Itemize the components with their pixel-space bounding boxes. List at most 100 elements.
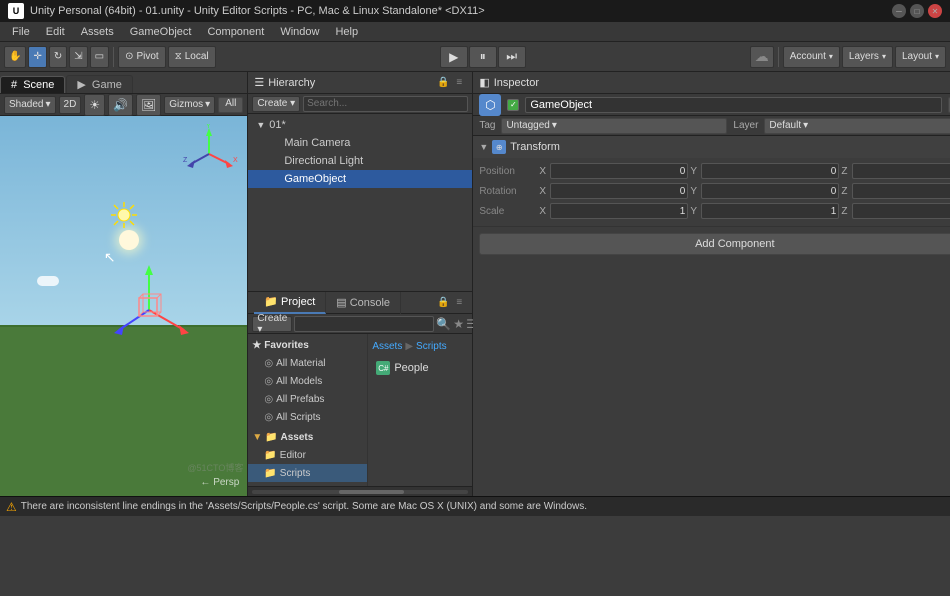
fav-prefabs-label: All Prefabs: [276, 394, 324, 405]
hierarchy-item-camera[interactable]: Main Camera: [248, 134, 472, 152]
tool-rect[interactable]: ▭: [90, 46, 109, 68]
shading-label: Shaded: [9, 99, 43, 110]
gizmo-svg: Y X Z: [179, 124, 239, 184]
editor-folder-icon: 📁: [264, 450, 276, 461]
scene-img-btn[interactable]: 🖼: [136, 94, 161, 116]
minimize-button[interactable]: ─: [892, 4, 906, 18]
layers-dropdown[interactable]: Layers ▾: [842, 46, 893, 68]
layout-dropdown[interactable]: Layout ▾: [895, 46, 946, 68]
project-search[interactable]: [294, 316, 434, 332]
scale-x-group: X: [539, 203, 688, 219]
scale-y-input[interactable]: [701, 203, 839, 219]
shading-dropdown[interactable]: Shaded ▾: [4, 96, 56, 114]
bc-scripts[interactable]: Scripts: [416, 341, 447, 352]
layout-arrow: ▾: [935, 52, 939, 61]
local-dropdown[interactable]: ⧖ Local: [168, 46, 216, 68]
menu-window[interactable]: Window: [272, 25, 327, 39]
rotation-y-input[interactable]: [701, 183, 839, 199]
tool-hand[interactable]: ✋: [4, 46, 26, 68]
position-x-input[interactable]: [550, 163, 688, 179]
project-panel: 📁 Project ▤ Console 🔒 ≡ Create ▾: [248, 292, 472, 496]
hierarchy-lock-btn[interactable]: 🔒: [436, 76, 450, 90]
add-component-button[interactable]: Add Component: [479, 233, 950, 255]
account-dropdown[interactable]: Account ▾: [783, 46, 840, 68]
project-search-icon[interactable]: 🔍: [436, 315, 451, 333]
step-button[interactable]: ⏭: [498, 46, 526, 68]
tag-dropdown[interactable]: Untagged ▾: [501, 118, 727, 134]
hierarchy-search[interactable]: [303, 96, 468, 112]
rotation-x-input[interactable]: [550, 183, 688, 199]
scr-icon: ◎: [264, 412, 273, 423]
layout-label: Layout: [902, 51, 932, 62]
tab-scene[interactable]: # Scene: [0, 76, 65, 93]
hierarchy-controls: 🔒 ≡: [436, 76, 466, 90]
fav-material[interactable]: ◎ All Material: [248, 354, 367, 372]
right-panels: ☰ Hierarchy 🔒 ≡ Create ▾ ▼ 01*: [248, 72, 473, 496]
pivot-dropdown[interactable]: ⊙ Pivot: [118, 46, 166, 68]
assets-scripts[interactable]: 📁 Scripts: [248, 464, 367, 482]
tool-rotate[interactable]: ↻: [49, 46, 67, 68]
fav-models[interactable]: ◎ All Models: [248, 372, 367, 390]
hierarchy-item-light[interactable]: Directional Light: [248, 152, 472, 170]
gizmos-dropdown[interactable]: Gizmos ▾: [164, 96, 215, 114]
tab-game[interactable]: ▶ Game: [66, 75, 133, 93]
transform-position-row: Position X Y Z: [479, 162, 950, 180]
menu-edit[interactable]: Edit: [38, 25, 73, 39]
scale-x-input[interactable]: [550, 203, 688, 219]
rotation-x-group: X: [539, 183, 688, 199]
menu-component[interactable]: Component: [199, 25, 272, 39]
mode-2d-btn[interactable]: 2D: [59, 96, 82, 114]
hierarchy-item-gameobject[interactable]: GameObject: [248, 170, 472, 188]
gameobject-enabled-checkbox[interactable]: ✓: [507, 99, 519, 111]
project-menu-btn[interactable]: ≡: [452, 296, 466, 310]
menu-help[interactable]: Help: [327, 25, 366, 39]
menu-file[interactable]: File: [4, 25, 38, 39]
tab-console[interactable]: ▤ Console: [326, 292, 401, 314]
statusbar: ⚠ There are inconsistent line endings in…: [0, 496, 950, 516]
project-create[interactable]: Create ▾: [252, 316, 292, 332]
maximize-button[interactable]: □: [910, 4, 924, 18]
layer-dropdown[interactable]: Default ▾: [764, 118, 950, 134]
transform-header[interactable]: ▼ ⊕ Transform ⚙ ☰: [473, 136, 950, 158]
scene-view[interactable]: ↖: [0, 116, 247, 496]
bc-assets[interactable]: Assets: [372, 341, 402, 352]
position-y-input[interactable]: [701, 163, 839, 179]
tool-scale[interactable]: ⇲: [69, 46, 87, 68]
root-arrow: ▼: [256, 120, 265, 130]
asset-people[interactable]: C# People: [372, 358, 468, 378]
project-star-icon[interactable]: ★: [453, 315, 464, 333]
project-lock-btn[interactable]: 🔒: [436, 296, 450, 310]
project-assets: Assets ▶ Scripts C# People: [368, 334, 472, 486]
hierarchy-root[interactable]: ▼ 01*: [248, 116, 472, 134]
favorites-header[interactable]: ★ Favorites: [248, 336, 367, 354]
scene-audio-btn[interactable]: 🔊: [108, 94, 133, 116]
scene-light-btn[interactable]: ☀: [84, 94, 105, 116]
svg-text:Y: Y: [206, 124, 211, 130]
rotation-z-input[interactable]: [852, 183, 950, 199]
tab-project[interactable]: 📁 Project: [254, 292, 326, 314]
hierarchy-create[interactable]: Create ▾: [252, 96, 300, 112]
project-tab-label: Project: [281, 296, 315, 308]
watermark: @51CTO博客: [187, 461, 243, 474]
play-button[interactable]: ▶: [440, 46, 468, 68]
fav-scripts[interactable]: ◎ All Scripts: [248, 408, 367, 426]
tool-move[interactable]: ✛: [28, 46, 46, 68]
status-message: There are inconsistent line endings in t…: [21, 501, 587, 512]
fav-prefabs[interactable]: ◎ All Prefabs: [248, 390, 367, 408]
hierarchy-menu-btn[interactable]: ≡: [452, 76, 466, 90]
menu-gameobject[interactable]: GameObject: [122, 25, 200, 39]
assets-editor[interactable]: 📁 Editor: [248, 446, 367, 464]
scale-z-input[interactable]: [852, 203, 950, 219]
position-z-input[interactable]: [852, 163, 950, 179]
transform-icon: ⊕: [492, 140, 506, 154]
transform-component: ▼ ⊕ Transform ⚙ ☰ Position X: [473, 136, 950, 227]
menu-assets[interactable]: Assets: [73, 25, 122, 39]
pre-icon: ◎: [264, 394, 273, 405]
close-button[interactable]: ✕: [928, 4, 942, 18]
cloud-button[interactable]: ☁: [750, 46, 774, 68]
assets-header[interactable]: ▼ 📁 Assets: [248, 428, 367, 446]
pause-button[interactable]: ⏸: [469, 46, 497, 68]
layer-label: Layer: [733, 120, 758, 131]
gameobject-name-input[interactable]: [525, 97, 942, 113]
scene-search[interactable]: All: [218, 97, 243, 113]
